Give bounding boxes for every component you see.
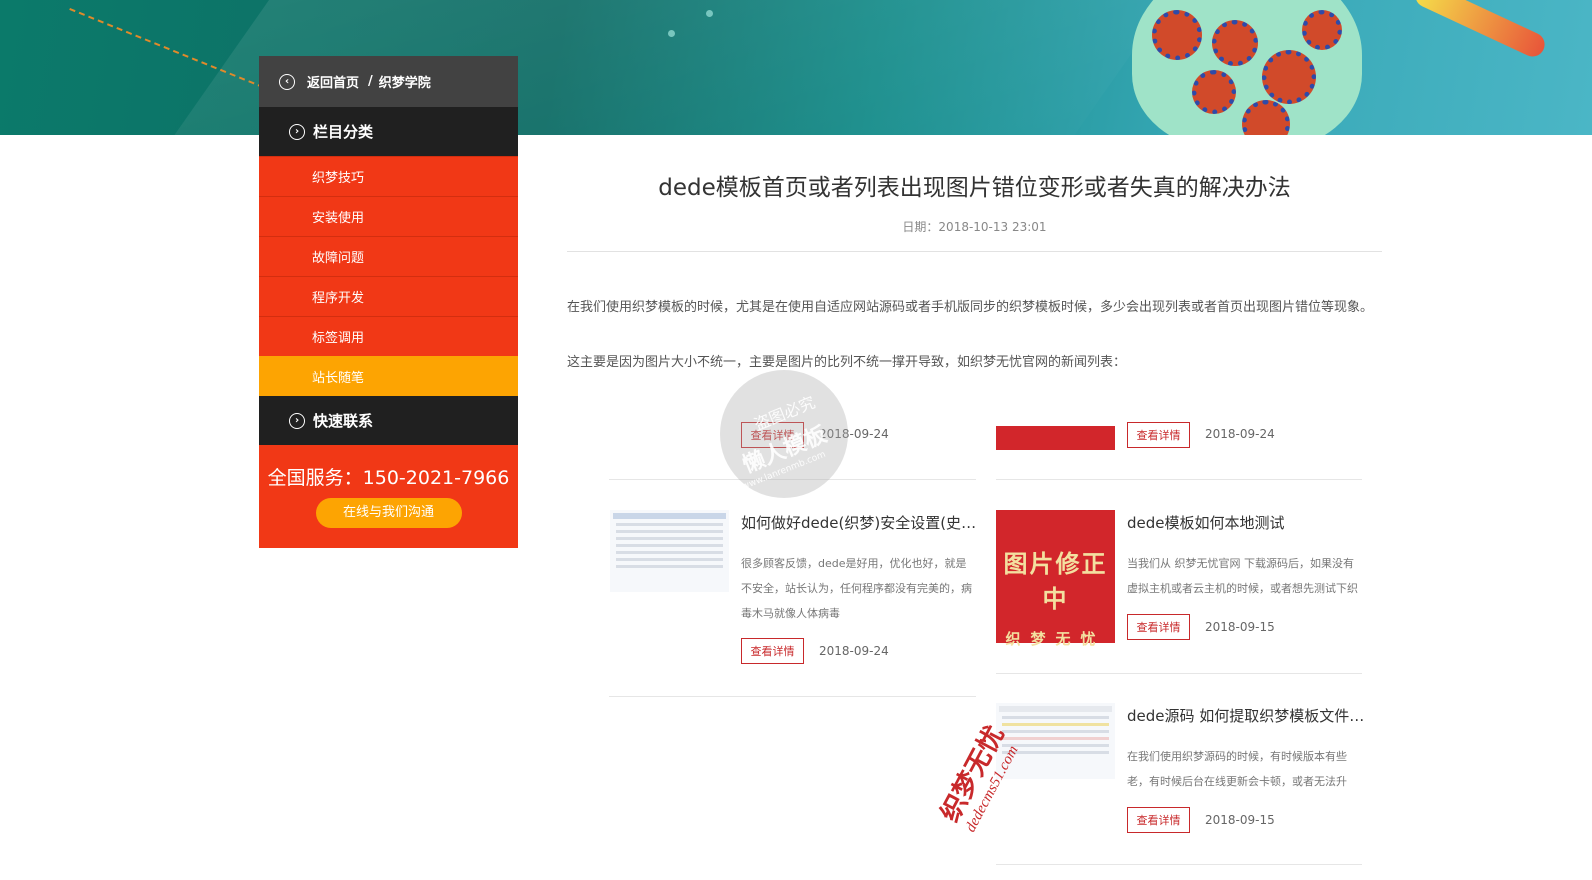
breadcrumb: ‹ 返回首页 / 织梦学院 (259, 56, 518, 107)
sidebar-item-label: 标签调用 (312, 331, 365, 346)
news-date: 2018-09-15 (1205, 813, 1275, 827)
gear-icon (1212, 20, 1258, 66)
article-paragraph: 在我们使用织梦模板的时候，尤其是在使用自适应网站源码或者手机版同步的织梦模板时候… (567, 300, 1374, 315)
category-title: 栏目分类 (313, 123, 374, 141)
view-detail-button[interactable]: 查看详情 (1127, 422, 1190, 448)
news-card[interactable]: dede模板如何本地测试 当我们从 织梦无忧官网 下载源码后，如果没有虚拟主机或… (996, 510, 1366, 660)
header-banner (0, 0, 1592, 135)
gear-icon (1192, 70, 1236, 114)
article-title: dede模板首页或者列表出现图片错位变形或者失真的解决办法 (658, 175, 1291, 201)
divider (609, 696, 976, 697)
sidebar-item-label: 程序开发 (312, 291, 365, 306)
news-card[interactable]: 如何做好dede(织梦)安全设置(史上最全) 很多顾客反馈，dede是好用，优化… (610, 510, 981, 680)
sidebar-item-essays[interactable]: 站长随笔 (259, 356, 518, 396)
news-date: 2018-09-24 (819, 644, 889, 658)
chevron-left-icon: ‹ (279, 73, 295, 90)
contact-header: › 快速联系 (259, 396, 518, 445)
service-phone: 全国服务：150-2021-7966 (267, 467, 510, 489)
divider (996, 673, 1362, 674)
watermark-circle: 盗图必究 懒人模板 www.lanrenmb.com (720, 370, 848, 498)
thumbnail (996, 426, 1115, 450)
view-detail-button[interactable]: 查看详情 (1127, 614, 1190, 640)
sidebar-item-install[interactable]: 安装使用 (259, 196, 518, 236)
news-title[interactable]: dede模板如何本地测试 (1127, 512, 1367, 533)
news-description: 很多顾客反馈，dede是好用，优化也好，就是不安全，站长认为，任何程序都没有完美… (741, 557, 972, 620)
divider (567, 251, 1382, 252)
article-paragraph: 这主要是因为图片大小不统一，主要是图片的比列不统一撑开导致，如织梦无忧官网的新闻… (567, 355, 1127, 370)
news-description: 当我们从 织梦无忧官网 下载源码后，如果没有虚拟主机或者云主机的时候，或者想先测… (1127, 557, 1358, 595)
news-title[interactable]: dede源码 如何提取织梦模板文件重新利用... (1127, 705, 1367, 726)
category-header: › 栏目分类 (259, 107, 518, 156)
news-date: 2018-09-15 (1205, 620, 1275, 634)
sidebar-item-label: 织梦技巧 (312, 171, 365, 186)
gear-icon (1262, 50, 1316, 104)
sidebar-item-label: 站长随笔 (312, 371, 365, 386)
view-detail-button[interactable]: 查看详情 (741, 638, 804, 664)
banner-dot (706, 10, 713, 17)
online-chat-button[interactable]: 在线与我们沟通 (315, 498, 462, 528)
news-date: 2018-09-24 (1205, 427, 1275, 441)
gear-icon (1152, 10, 1202, 60)
rocket-illustration (1411, 0, 1549, 61)
chevron-right-icon: › (289, 123, 305, 140)
news-description: 在我们使用织梦源码的时候，有时候版本有些老，有时候后台在线更新会卡顿，或者无法升… (1127, 750, 1347, 788)
divider (996, 479, 1362, 480)
contact-title: 快速联系 (313, 412, 374, 430)
sidebar: ‹ 返回首页 / 织梦学院 › 栏目分类 织梦技巧 安装使用 故障问题 程序开发… (259, 56, 518, 548)
sidebar-item-label: 故障问题 (312, 251, 365, 266)
thumbnail (610, 510, 729, 592)
article: dede模板首页或者列表出现图片错位变形或者失真的解决办法 日期：2018-10… (567, 160, 1382, 377)
gear-head-illustration (1132, 0, 1362, 135)
news-card[interactable]: dede源码 如何提取织梦模板文件重新利用... 在我们使用织梦源码的时候，有时… (996, 703, 1367, 843)
view-detail-button[interactable]: 查看详情 (1127, 807, 1190, 833)
sidebar-item-dede-tips[interactable]: 织梦技巧 (259, 156, 518, 196)
breadcrumb-current[interactable]: 织梦学院 (379, 72, 431, 91)
breadcrumb-separator: / (368, 74, 373, 89)
breadcrumb-home[interactable]: 返回首页 (307, 72, 359, 91)
sidebar-item-development[interactable]: 程序开发 (259, 276, 518, 316)
sidebar-item-label: 安装使用 (312, 211, 365, 226)
sidebar-item-tags[interactable]: 标签调用 (259, 316, 518, 356)
article-date: 日期：2018-10-13 23:01 (902, 220, 1047, 234)
banner-dot (668, 30, 675, 37)
contact-panel: 全国服务：150-2021-7966 在线与我们沟通 (259, 445, 518, 548)
chevron-right-icon: › (289, 412, 305, 429)
gear-icon (1242, 100, 1290, 135)
news-title[interactable]: 如何做好dede(织梦)安全设置(史上最全) (741, 512, 981, 533)
sidebar-item-troubleshoot[interactable]: 故障问题 (259, 236, 518, 276)
gear-icon (1302, 10, 1342, 50)
divider (996, 864, 1362, 865)
